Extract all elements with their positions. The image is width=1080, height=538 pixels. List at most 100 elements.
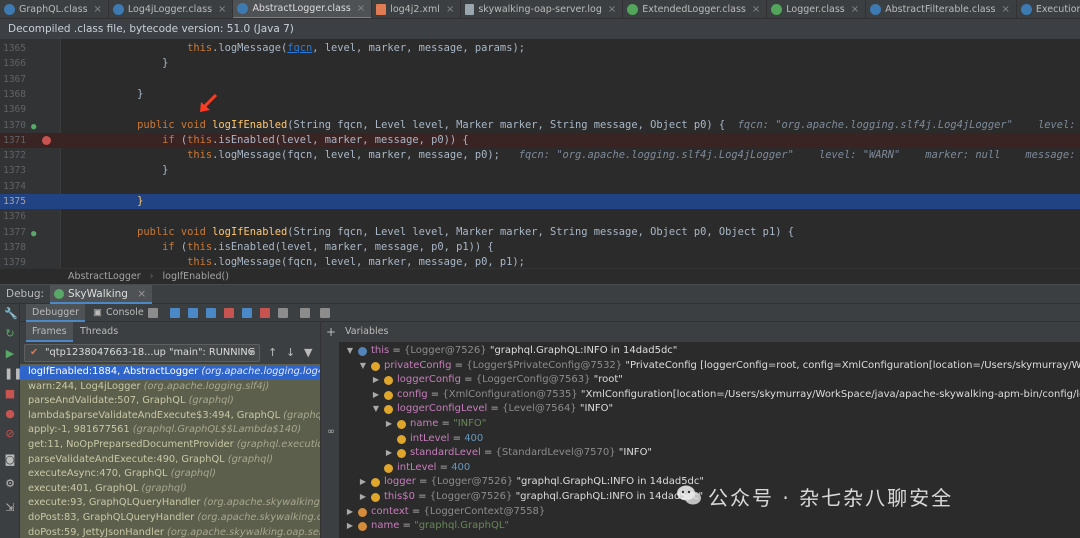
watches-icon[interactable]: ∞ xyxy=(325,426,337,438)
resume-icon[interactable]: ▶ xyxy=(4,348,16,360)
code-line[interactable]: 1375 } xyxy=(0,194,1080,210)
close-icon[interactable]: × xyxy=(218,4,226,15)
expand-arrow-icon[interactable]: ▶ xyxy=(358,490,368,505)
trace-icon[interactable] xyxy=(320,308,330,318)
variable-row[interactable]: ▶ config = {XmlConfiguration@7535} "XmlCo… xyxy=(339,388,1080,403)
thread-dropdown[interactable]: ✔ "qtp1238047663-18...up "main": RUNNING… xyxy=(24,344,260,362)
view-breakpoints-icon[interactable]: ● xyxy=(4,408,16,420)
code-line[interactable]: 1379 this.logMessage(fqcn, level, marker… xyxy=(0,255,1080,268)
menu-icon[interactable] xyxy=(148,308,158,318)
mute-breakpoints-icon[interactable]: ⊘ xyxy=(4,428,16,440)
drop-frame-icon[interactable] xyxy=(260,308,270,318)
frame-item[interactable]: execute:93, GraphQLQueryHandler (org.apa… xyxy=(20,496,320,511)
code-line[interactable]: 1376 xyxy=(0,209,1080,224)
frame-item[interactable]: warn:244, Log4jLogger (org.apache.loggin… xyxy=(20,380,320,395)
step-into-icon[interactable] xyxy=(206,308,216,318)
tab-threads[interactable]: Threads xyxy=(74,322,124,342)
show-execution-point-icon[interactable] xyxy=(170,308,180,318)
step-out-icon[interactable] xyxy=(242,308,252,318)
code-line[interactable]: 1373 } xyxy=(0,163,1080,178)
collapse-arrow-icon[interactable]: ▼ xyxy=(358,359,368,374)
close-icon[interactable]: × xyxy=(357,3,365,14)
code-text[interactable]: if (this.isEnabled(level, marker, messag… xyxy=(62,240,494,255)
arrow-down-icon[interactable]: ↓ xyxy=(286,346,295,359)
debug-session-tab[interactable]: SkyWalking × xyxy=(50,285,153,304)
variable-row[interactable]: ▶ standardLevel = {StandardLevel@7570} "I… xyxy=(339,446,1080,461)
code-line[interactable]: 1372 this.logMessage(fqcn, level, marker… xyxy=(0,148,1080,163)
code-text[interactable]: this.logMessage(fqcn, level, marker, mes… xyxy=(62,148,1080,163)
expand-arrow-icon[interactable]: ▶ xyxy=(345,519,355,534)
step-over-icon[interactable] xyxy=(188,308,198,318)
expand-arrow-icon[interactable]: ▶ xyxy=(384,417,394,432)
expand-arrow-icon[interactable]: ▶ xyxy=(345,505,355,520)
code-line[interactable]: 1374 xyxy=(0,179,1080,194)
rerun-icon[interactable]: ↻ xyxy=(4,328,16,340)
code-text[interactable]: public void logIfEnabled(String fqcn, Le… xyxy=(62,118,1080,133)
wrench-icon[interactable]: 🔧 xyxy=(4,308,18,320)
stop-icon[interactable]: ■ xyxy=(4,388,16,400)
code-line[interactable]: 1370 ● public void logIfEnabled(String fq… xyxy=(0,118,1080,133)
frame-item[interactable]: doPost:59, JettyJsonHandler (org.apache.… xyxy=(20,526,320,538)
add-watch-icon[interactable]: + xyxy=(325,326,337,338)
code-text[interactable]: if (this.isEnabled(level, marker, messag… xyxy=(62,133,469,148)
frame-item[interactable]: parseAndValidate:507, GraphQL (graphql) xyxy=(20,394,320,409)
breadcrumb-method[interactable]: logIfEnabled() xyxy=(163,271,229,282)
tab-debugger[interactable]: Debugger xyxy=(26,304,86,322)
code-text[interactable]: } xyxy=(62,56,168,71)
close-icon[interactable]: × xyxy=(608,4,616,15)
editor-tab[interactable]: ExecutionInput.class× xyxy=(1017,0,1080,18)
editor-tab[interactable]: Logger.class × xyxy=(767,0,867,18)
editor-tab[interactable]: skywalking-oap-server.log × xyxy=(461,0,624,18)
settings-icon[interactable]: ⚙ xyxy=(4,478,16,490)
editor-tab[interactable]: log4j2.xml × xyxy=(372,0,462,18)
variable-row[interactable]: ▼ this = {Logger@7526} "graphql.GraphQL:I… xyxy=(339,344,1080,359)
editor-tab[interactable]: Log4jLogger.class × xyxy=(109,0,234,18)
variable-row[interactable]: ▶ name = "INFO" xyxy=(339,417,1080,432)
frame-item[interactable]: get:11, NoOpPreparsedDocumentProvider (g… xyxy=(20,438,320,453)
frame-item[interactable]: doPost:83, GraphQLQueryHandler (org.apac… xyxy=(20,511,320,526)
frame-item[interactable]: parseValidateAndExecute:490, GraphQL (gr… xyxy=(20,453,320,468)
editor-tab[interactable]: ExtendedLogger.class × xyxy=(623,0,768,18)
code-editor[interactable]: 1365 this.logMessage(fqcn, level, marker… xyxy=(0,39,1080,268)
variable-row[interactable]: ▶ loggerConfig = {LoggerConfig@7563} "roo… xyxy=(339,373,1080,388)
code-line[interactable]: 1368 } xyxy=(0,87,1080,102)
expand-arrow-icon[interactable]: ▶ xyxy=(371,388,381,403)
close-icon[interactable]: × xyxy=(137,288,146,300)
pin-icon[interactable]: ⇲ xyxy=(4,502,16,514)
code-text[interactable]: } xyxy=(62,194,143,209)
camera-icon[interactable]: ◙ xyxy=(4,454,16,466)
pause-icon[interactable]: ❚❚ xyxy=(4,368,22,380)
code-line[interactable]: 1367 xyxy=(0,72,1080,87)
frame-item[interactable]: logIfEnabled:1884, AbstractLogger (org.a… xyxy=(20,365,320,380)
code-line[interactable]: 1378 if (this.isEnabled(level, marker, m… xyxy=(0,240,1080,255)
close-icon[interactable]: × xyxy=(446,4,454,15)
filter-icon[interactable]: ▼ xyxy=(304,346,312,359)
expand-arrow-icon[interactable]: ▶ xyxy=(371,373,381,388)
close-icon[interactable]: × xyxy=(851,4,859,15)
frame-item[interactable]: apply:-1, 981677561 (graphql.GraphQL$$La… xyxy=(20,423,320,438)
force-step-into-icon[interactable] xyxy=(224,308,234,318)
tab-frames[interactable]: Frames xyxy=(26,322,73,342)
close-icon[interactable]: × xyxy=(94,4,102,15)
close-icon[interactable]: × xyxy=(1002,4,1010,15)
arrow-up-icon[interactable]: ↑ xyxy=(268,346,277,359)
close-icon[interactable]: × xyxy=(752,4,760,15)
editor-tab[interactable]: GraphQL.class × xyxy=(0,0,109,18)
code-line[interactable]: 1365 this.logMessage(fqcn, level, marker… xyxy=(0,41,1080,56)
code-text[interactable]: public void logIfEnabled(String fqcn, Le… xyxy=(62,225,794,240)
code-text[interactable]: } xyxy=(62,87,143,102)
frame-item[interactable]: executeAsync:470, GraphQL (graphql) xyxy=(20,467,320,482)
breadcrumb-class[interactable]: AbstractLogger xyxy=(68,271,141,282)
breakpoint-icon[interactable] xyxy=(42,135,51,145)
code-text[interactable]: } xyxy=(62,163,168,178)
code-line[interactable]: 1377 ● public void logIfEnabled(String fq… xyxy=(0,225,1080,240)
evaluate-expression-icon[interactable] xyxy=(300,308,310,318)
editor-tab[interactable]: AbstractLogger.class × xyxy=(233,0,373,18)
expand-arrow-icon[interactable]: ▶ xyxy=(384,446,394,461)
tab-console[interactable]: ▣ Console xyxy=(88,304,150,322)
variable-row[interactable]: intLevel = 400 xyxy=(339,461,1080,476)
variable-row[interactable]: ▼ privateConfig = {Logger$PrivateConfig@7… xyxy=(339,359,1080,374)
code-line[interactable]: 1366 } xyxy=(0,56,1080,71)
frame-item[interactable]: lambda$parseValidateAndExecute$3:494, Gr… xyxy=(20,409,320,424)
code-text[interactable]: this.logMessage(fqcn, level, marker, mes… xyxy=(62,255,525,268)
